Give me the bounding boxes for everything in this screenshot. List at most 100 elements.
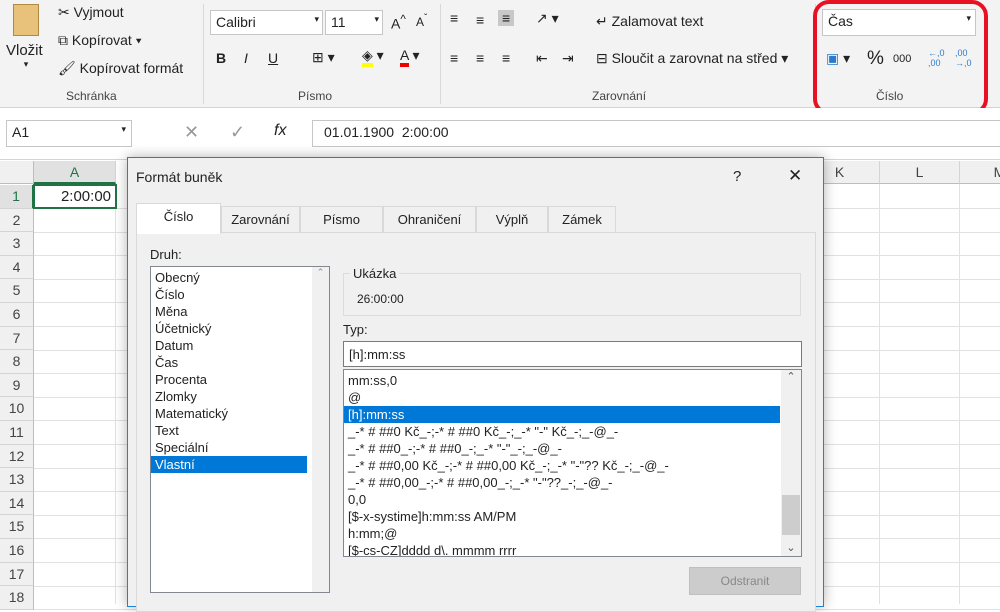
align-bottom-button[interactable]: ≡ [498,10,515,26]
category-item[interactable]: Procenta [151,371,307,388]
tab-1[interactable]: Zarovnání [221,206,300,233]
category-item[interactable]: Obecný [151,269,307,286]
orientation-button[interactable]: ↗ ▾ [536,10,559,27]
type-item[interactable]: @ [344,389,780,406]
row-header[interactable]: 9 [0,373,34,398]
row-header[interactable]: 15 [0,515,34,539]
type-item[interactable]: [$-cs-CZ]dddd d\. mmmm rrrr [344,542,780,556]
copy-label: Kopírovat [71,32,132,48]
type-item[interactable]: [$-x-systime]h:mm:ss AM/PM [344,508,780,525]
type-item[interactable]: _-* # ##0_-;-* # ##0_-;_-* "-"_-;_-@_- [344,440,780,457]
grow-font-button[interactable]: A^ [391,13,406,32]
align-right-button[interactable]: ≡ [502,50,510,66]
row-header[interactable]: 7 [0,326,34,351]
type-item[interactable]: _-* # ##0 Kč_-;-* # ##0 Kč_-;_-* "-" Kč_… [344,423,780,440]
row-header[interactable]: 8 [0,350,34,374]
font-name-select[interactable]: Calibri ▾ [210,10,323,35]
scroll-up-icon[interactable]: ⌃ [781,370,801,383]
type-item[interactable]: 0,0 [344,491,780,508]
category-item[interactable]: Zlomky [151,388,307,405]
align-center-button[interactable]: ≡ [476,50,484,66]
column-header-a[interactable]: A [34,161,116,184]
category-item[interactable]: Měna [151,303,307,320]
select-all-corner[interactable] [0,161,34,184]
italic-button[interactable]: I [244,50,248,66]
type-item[interactable]: h:mm;@ [344,525,780,542]
insert-function-button[interactable]: fx [274,122,286,140]
format-painter-button[interactable]: 🖌 Kopírovat formát [58,60,183,77]
row-header[interactable]: 3 [0,232,34,256]
increase-indent-button[interactable]: ⇥ [562,50,574,67]
type-item[interactable]: _-* # ##0,00 Kč_-;-* # ##0,00 Kč_-;_-* "… [344,457,780,474]
bold-button[interactable]: B [216,50,226,66]
tab-4[interactable]: Výplň [476,206,548,233]
row-header[interactable]: 14 [0,491,34,516]
type-input[interactable]: [h]:mm:ss [343,341,802,367]
fill-color-button[interactable]: ◈ ▾ [362,47,384,67]
formula-input[interactable]: 01.01.1900 2:00:00 [312,120,1000,147]
scrollbar[interactable]: ⌃ [312,267,329,592]
paste-button[interactable]: Vložit ▾ [6,4,46,84]
type-item[interactable]: _-* # ##0,00_-;-* # ##0,00_-;_-* "-"??_-… [344,474,780,491]
row-header[interactable]: 1 [0,185,34,209]
font-size-select[interactable]: 11 ▾ [325,10,383,35]
cut-button[interactable]: ✂ Vyjmout [58,4,124,21]
paint-bucket-icon: ◈ [362,47,373,67]
column-header-l[interactable]: L [880,161,960,184]
shrink-font-button[interactable]: Aˇ [416,13,427,29]
font-color-button[interactable]: A ▾ [400,47,420,67]
category-item[interactable]: Datum [151,337,307,354]
row-header[interactable]: 6 [0,303,34,327]
borders-button[interactable]: ⊞ ▾ [312,49,335,66]
enter-icon[interactable]: ✓ [230,122,245,143]
type-item[interactable]: mm:ss,0 [344,372,780,389]
row-header[interactable]: 5 [0,279,34,303]
tab-2[interactable]: Písmo [300,206,383,233]
type-list-scrollbar[interactable]: ⌃ ⌄ [781,370,801,556]
underline-button[interactable]: U [268,50,278,66]
row-header[interactable]: 12 [0,444,34,469]
category-item[interactable]: Čas [151,354,307,371]
row-header[interactable]: 13 [0,468,34,492]
category-item[interactable]: Speciální [151,439,307,456]
name-box-value: A1 [12,124,30,140]
cell-a1[interactable]: 2:00:00 [33,184,117,209]
row-header[interactable]: 10 [0,397,34,421]
tab-5[interactable]: Zámek [548,206,616,233]
font-group-label: Písmo [298,89,333,103]
category-item[interactable]: Matematický [151,405,307,422]
category-list[interactable]: Obecný Číslo Měna Účetnický Datum Čas Procenta… [150,266,330,593]
close-button[interactable]: ✕ [788,166,802,186]
font-size-value: 11 [331,14,346,30]
row-header[interactable]: 2 [0,208,34,233]
cancel-icon[interactable]: ✕ [184,122,199,143]
type-item[interactable]: [h]:mm:ss [344,406,780,423]
tab-0[interactable]: Číslo [136,203,221,234]
type-list[interactable]: mm:ss,0 @ [h]:mm:ss _-* # ##0 Kč_-;-* # ##0… [343,369,802,557]
scroll-thumb[interactable] [782,495,800,535]
category-item[interactable]: Vlastní [151,456,307,473]
category-item[interactable]: Text [151,422,307,439]
column-header-m[interactable]: M [960,161,1000,184]
align-left-button[interactable]: ≡ [450,50,458,66]
row-header[interactable]: 17 [0,562,34,587]
help-button[interactable]: ? [733,168,741,185]
row-header[interactable]: 4 [0,255,34,280]
category-item[interactable]: Účetnický [151,320,307,337]
scroll-down-icon[interactable]: ⌄ [781,541,801,554]
row-header[interactable]: 18 [0,586,34,610]
wrap-icon: ↵ [596,13,608,29]
tab-3[interactable]: Ohraničení [383,206,476,233]
sample-value: 26:00:00 [357,292,404,306]
wrap-text-button[interactable]: ↵ Zalamovat text [596,13,703,30]
delete-button[interactable]: Odstranit [689,567,801,595]
align-middle-button[interactable]: ≡ [476,12,484,28]
row-header[interactable]: 16 [0,539,34,563]
merge-center-button[interactable]: ⊟ Sloučit a zarovnat na střed ▾ [596,50,788,67]
category-item[interactable]: Číslo [151,286,307,303]
row-header[interactable]: 11 [0,421,34,445]
align-top-button[interactable]: ≡ [450,10,458,26]
name-box[interactable]: A1 ▾ [6,120,132,147]
copy-button[interactable]: ⧉ Kopírovat ▾ [58,32,142,49]
decrease-indent-button[interactable]: ⇤ [536,50,548,67]
